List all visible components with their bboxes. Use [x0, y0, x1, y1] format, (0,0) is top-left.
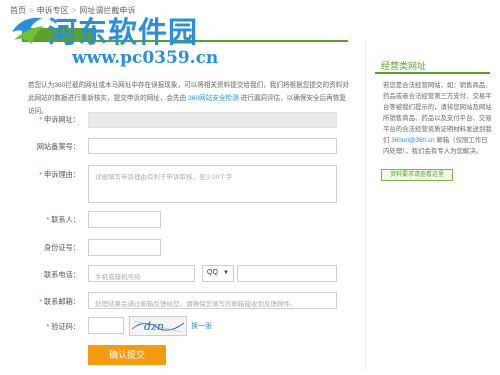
phone-label: 联系电话：	[20, 270, 80, 280]
reason-label-text: 申诉理由：	[44, 170, 80, 179]
phone-label-text: 联系电话：	[44, 270, 80, 279]
sidebar-text: 若您是合法经营网站，如：销售商品、药品或者合法经营第三方支付、交易平台等被我们提…	[383, 82, 492, 144]
sidebar-paragraph: 若您是合法经营网站，如：销售商品、药品或者合法经营第三方支付、交易平台等被我们提…	[383, 80, 493, 157]
contact-type-value: QQ	[207, 269, 218, 276]
captcha-label: * 验证码：	[20, 322, 80, 332]
id-label: 身份证号：	[20, 243, 80, 253]
contact-field[interactable]	[88, 211, 161, 228]
captcha-noise-icon: dzn	[131, 320, 185, 333]
id-number-field[interactable]	[88, 239, 161, 256]
sidebar-rule	[375, 72, 490, 74]
im-number-field[interactable]	[237, 265, 337, 282]
captcha-field[interactable]	[88, 317, 124, 334]
reason-textarea[interactable]: 详细填写申诉理由有利于申诉审核，至少20个字	[88, 165, 337, 203]
required-mark: *	[39, 115, 43, 124]
site-security-check-link[interactable]: 360网站安全检测	[188, 95, 239, 102]
watermark-logo-icon	[12, 17, 44, 44]
email-field[interactable]: 处理结果会通过邮箱反馈给您，请确保您填写的邮箱能收到反馈邮件。	[88, 292, 337, 309]
record-label: 网站备案号：	[20, 142, 80, 152]
contact-label: * 联系人：	[20, 215, 80, 225]
required-mark: *	[39, 297, 43, 306]
required-mark: *	[46, 215, 50, 224]
contact-label-text: 联系人：	[51, 215, 80, 224]
record-number-field[interactable]	[88, 138, 337, 154]
column-divider	[365, 40, 366, 370]
url-label: * 申诉网址：	[20, 115, 80, 125]
email-label-text: 联系邮箱：	[44, 297, 80, 306]
captcha-image: dzn	[129, 316, 187, 336]
sidebar-title: 经营类网址	[381, 61, 427, 71]
requirements-button[interactable]: 资料要求请查看这里	[381, 169, 453, 181]
required-mark: *	[46, 322, 50, 331]
record-label-text: 网站备案号：	[36, 142, 80, 151]
url-field[interactable]	[88, 112, 337, 128]
refresh-captcha-link[interactable]: 换一张	[191, 321, 212, 331]
chevron-down-icon: ▼	[223, 270, 229, 276]
contact-type-select[interactable]: QQ ▼	[202, 265, 234, 282]
id-label-text: 身份证号：	[44, 243, 80, 252]
watermark-title: 河东软件园	[48, 15, 199, 49]
required-mark: *	[39, 170, 43, 179]
url-label-text: 申诉网址：	[44, 115, 80, 124]
captcha-label-text: 验证码：	[51, 322, 80, 331]
submit-button[interactable]: 确认提交	[88, 345, 166, 365]
reason-label: * 申诉理由：	[20, 170, 80, 180]
phone-field[interactable]: 手机或座机号码	[88, 265, 195, 282]
watermark-url: www.pc0359.cn	[72, 48, 219, 68]
sidebar-email-link[interactable]: 360url@360.cn	[391, 137, 434, 144]
captcha-text: dzn	[144, 320, 164, 333]
email-label: * 联系邮箱：	[20, 297, 80, 307]
